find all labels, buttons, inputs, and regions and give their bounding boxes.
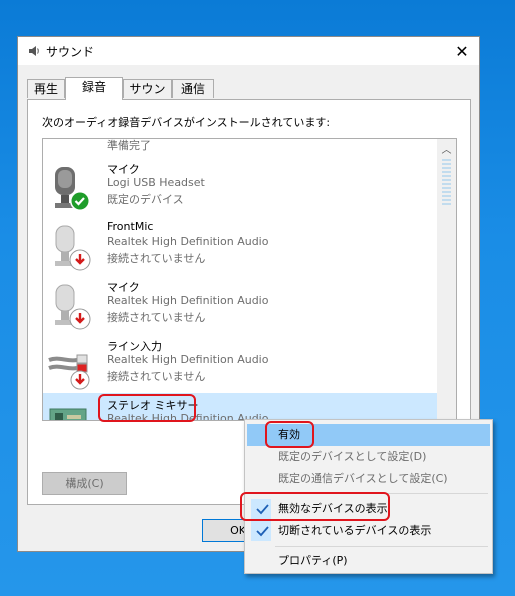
device-status: 接続されていません	[107, 252, 206, 265]
close-icon: ✕	[455, 41, 469, 61]
device-driver: Realtek High Definition Audio	[107, 294, 269, 307]
menu-item-show-disconnected-devices[interactable]: 切断されているデバイスの表示	[247, 520, 490, 542]
device-driver: Logi USB Headset	[107, 176, 205, 189]
tab-communications[interactable]: 通信	[172, 79, 214, 98]
microphone-icon	[55, 225, 91, 271]
close-button[interactable]: ✕	[445, 37, 479, 65]
menu-item-set-default[interactable]: 既定のデバイスとして設定(D)	[247, 446, 490, 468]
list-item[interactable]: マイク Realtek High Definition Audio 接続されてい…	[43, 275, 437, 333]
device-status: 接続されていません	[107, 370, 206, 383]
line-in-cable-icon	[48, 354, 90, 390]
highlight-annotation	[98, 394, 196, 422]
window-title: サウンド	[46, 45, 95, 59]
checkmark-icon	[256, 526, 269, 537]
scroll-up-button[interactable]: ︿	[437, 139, 456, 158]
list-item[interactable]: FrontMic Realtek High Definition Audio 接…	[43, 216, 437, 274]
device-driver: Realtek High Definition Audio	[107, 235, 269, 248]
device-driver: Realtek High Definition Audio	[107, 353, 269, 366]
highlight-annotation	[240, 492, 390, 521]
menu-separator	[275, 546, 488, 547]
speaker-icon	[29, 46, 39, 56]
vertical-scrollbar[interactable]: ︿	[437, 139, 456, 420]
title-bar[interactable]: サウンド ✕	[18, 37, 479, 65]
device-name: マイク	[107, 163, 140, 176]
tab-recording[interactable]: 録音	[65, 77, 123, 100]
device-name: FrontMic	[107, 220, 154, 233]
device-status: 準備完了	[107, 139, 151, 152]
device-list[interactable]: 準備完了 マイク Logi USB Headset 既定のデバイス FrontM…	[42, 138, 457, 421]
list-item[interactable]: マイク Logi USB Headset 既定のデバイス	[43, 157, 437, 215]
highlight-annotation	[265, 421, 314, 448]
menu-item-properties[interactable]: プロパティ(P)	[247, 550, 490, 572]
device-status: 既定のデバイス	[107, 193, 184, 206]
list-item[interactable]: ライン入力 Realtek High Definition Audio 接続され…	[43, 334, 437, 392]
tab-sounds[interactable]: サウンド	[123, 79, 172, 114]
tab-playback[interactable]: 再生	[27, 79, 65, 98]
list-item[interactable]: 準備完了	[43, 139, 437, 155]
chevron-up-icon: ︿	[441, 145, 452, 156]
device-name: ライン入力	[107, 340, 162, 353]
headset-microphone-icon	[55, 167, 90, 211]
device-name: マイク	[107, 281, 140, 294]
configure-button[interactable]: 構成(C)	[42, 472, 127, 495]
device-status: 接続されていません	[107, 311, 206, 324]
sound-card-icon	[49, 408, 87, 420]
instruction-text: 次のオーディオ録音デバイスがインストールされています:	[42, 116, 331, 129]
menu-item-set-default-communication[interactable]: 既定の通信デバイスとして設定(C)	[247, 468, 490, 490]
scroll-thumb[interactable]	[442, 159, 451, 205]
microphone-icon	[55, 284, 91, 330]
